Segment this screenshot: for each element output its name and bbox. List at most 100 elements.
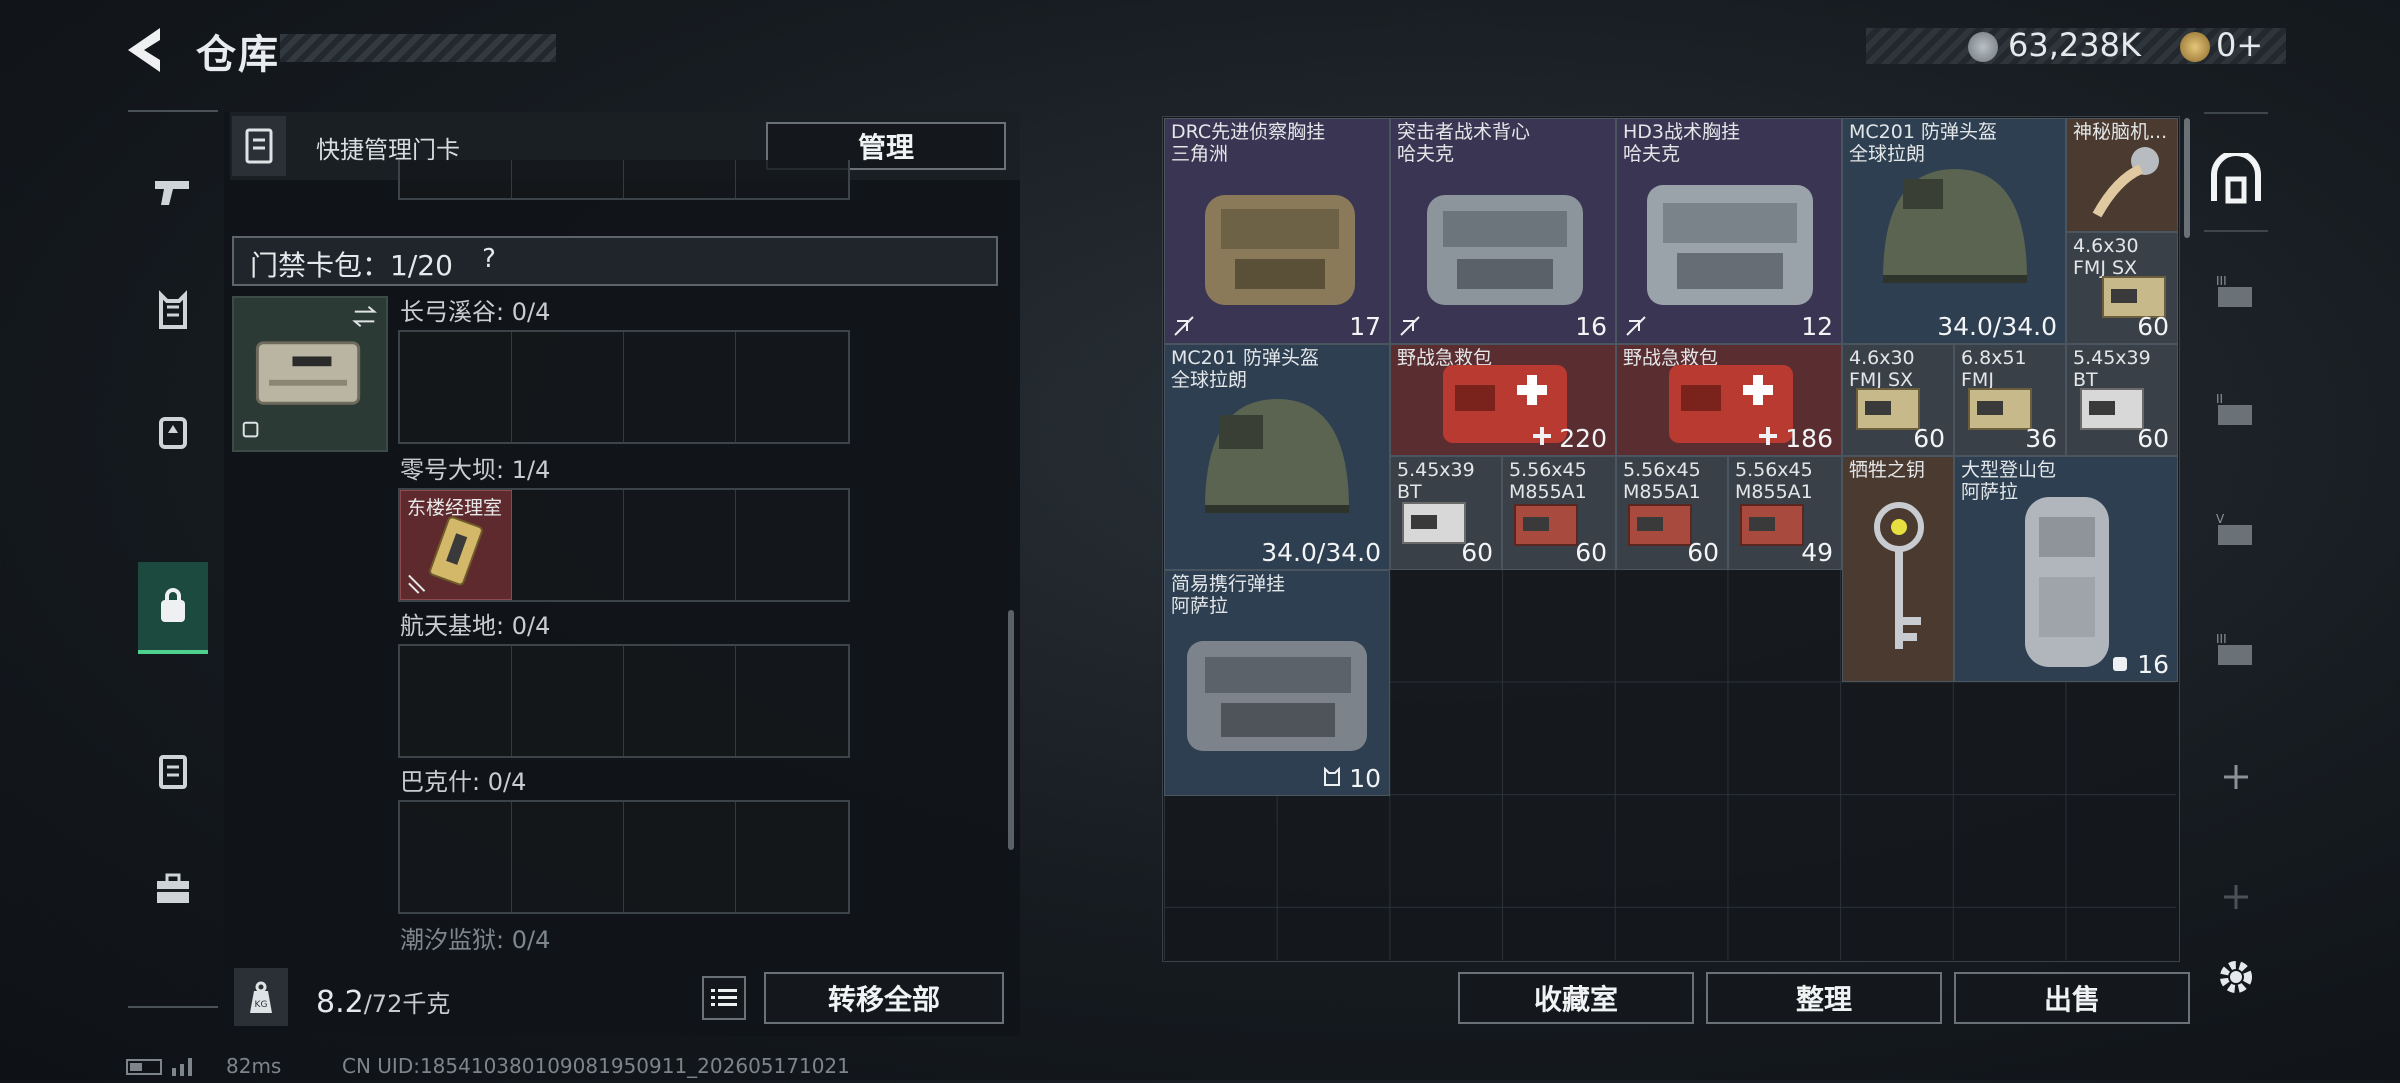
svg-text:KG: KG — [255, 1000, 268, 1010]
transfer-all-button[interactable]: 转移全部 — [764, 972, 1004, 1024]
add-storage-button-disabled[interactable] — [2204, 862, 2268, 932]
uid-readout: CN UID:18541038010908195091​1_2026051710… — [342, 1054, 850, 1078]
item-durability: 34.0/34.0 — [1937, 312, 2057, 341]
backpack-small-icon — [2113, 657, 2127, 671]
section-label-tidal-prison: 潮汐监狱: 0/4 — [400, 926, 551, 954]
currency-amount-gold[interactable]: 0+ — [2216, 26, 2263, 64]
lock-bag-icon — [161, 588, 185, 622]
item-quantity: 10 — [1349, 764, 1381, 793]
inventory-item[interactable]: DRC先进侦察胸挂 三角洲 17 — [1164, 118, 1390, 344]
item-quantity: 60 — [1461, 538, 1493, 567]
status-indicators — [126, 1054, 206, 1083]
add-storage-button[interactable] — [2204, 742, 2268, 812]
weight-icon: KG — [234, 968, 288, 1026]
inventory-item[interactable]: 5.56x45 M855A1 60 — [1616, 456, 1728, 570]
slot-grid-space-base[interactable] — [398, 644, 850, 758]
quick-card-icon — [232, 116, 286, 176]
no-trade-icon — [1400, 316, 1420, 336]
vest-image — [1187, 641, 1367, 751]
item-quantity: 16 — [1575, 312, 1607, 341]
help-icon[interactable]: ? — [472, 244, 506, 278]
inventory-item[interactable]: 6.8x51 FMJ 36 — [1954, 344, 2066, 456]
inventory-item[interactable]: HD3战术胸挂 哈夫克 12 — [1616, 118, 1842, 344]
section-label-space-base: 航天基地: 0/4 — [400, 612, 551, 640]
list-icon — [711, 989, 737, 1006]
item-quantity: 17 — [1349, 312, 1381, 341]
back-arrow-icon — [128, 28, 160, 72]
rail-toolbox-button[interactable] — [138, 842, 208, 932]
vest-image — [1647, 185, 1813, 305]
inventory-item[interactable]: 5.56x45 M855A1 49 — [1728, 456, 1842, 570]
inventory-item[interactable]: 突击者战术背心 哈夫克 16 — [1390, 118, 1616, 344]
item-quantity: 36 — [2025, 424, 2057, 453]
tab-storage-3b[interactable]: III — [2204, 618, 2268, 688]
rail-safe-box-button[interactable] — [138, 562, 208, 654]
keycard-item[interactable]: 东楼经理室 — [400, 490, 512, 600]
inventory-item[interactable]: MC201 防弹头盔 全球拉朗 34.0/34.0 — [1164, 344, 1390, 570]
key-image — [1874, 502, 1924, 649]
item-quantity: 12 — [1801, 312, 1833, 341]
inventory-item[interactable]: 神秘脑机... — [2066, 118, 2178, 232]
page-title: 仓库 — [196, 32, 280, 78]
inventory-item[interactable]: 4.6x30 FMJ SX 60 — [2066, 232, 2178, 344]
list-view-button[interactable] — [702, 976, 746, 1020]
collection-room-button[interactable]: 收藏室 — [1458, 972, 1694, 1024]
storage-tab-rail: III II V III — [2196, 112, 2276, 1012]
item-quantity: 60 — [1913, 424, 1945, 453]
inventory-item[interactable]: 5.45x39 BT 60 — [1390, 456, 1502, 570]
svg-text:V: V — [2216, 512, 2225, 526]
plus-icon — [1759, 427, 1777, 445]
sort-button[interactable]: 整理 — [1706, 972, 1942, 1024]
inventory-scrollbar[interactable] — [2184, 118, 2190, 238]
section-label-bakhsh: 巴克什: 0/4 — [400, 768, 527, 796]
inventory-item[interactable]: 5.56x45 M855A1 60 — [1502, 456, 1616, 570]
card-pack-thumbnail[interactable] — [232, 296, 388, 452]
tab-storage-2[interactable]: II — [2204, 378, 2268, 448]
plus-icon — [1533, 427, 1551, 445]
inventory-item[interactable]: 5.45x39 BT 60 — [2066, 344, 2178, 456]
left-category-rail — [128, 110, 218, 1010]
svg-text:III: III — [2216, 632, 2227, 646]
gold-coin-icon — [2180, 32, 2210, 62]
inventory-item[interactable]: 野战急救包 220 — [1390, 344, 1616, 456]
rail-backpack-button[interactable] — [138, 386, 208, 476]
settings-button[interactable] — [2204, 942, 2268, 1012]
card-holder-icon — [159, 755, 187, 789]
no-trade-icon — [1626, 316, 1646, 336]
gear-icon — [2220, 961, 2252, 993]
silver-coin-icon — [1968, 32, 1998, 62]
no-trade-icon — [1174, 316, 1194, 336]
rail-weapons-button[interactable] — [138, 146, 208, 236]
inventory-item[interactable]: MC201 防弹头盔 全球拉朗 34.0/34.0 — [1842, 118, 2066, 344]
backpack-icon — [159, 417, 187, 449]
rail-armor-button[interactable] — [138, 266, 208, 356]
inventory-item[interactable]: 简易携行弹挂 阿萨拉 10 — [1164, 570, 1390, 796]
battery-signal-icon — [126, 1058, 192, 1076]
vest-image — [1427, 195, 1583, 305]
slot-grid-changgong[interactable] — [398, 330, 850, 444]
pistol-icon — [155, 181, 189, 205]
rail-cardholder-button[interactable] — [138, 726, 208, 816]
svg-text:II: II — [2216, 392, 2223, 406]
back-button[interactable] — [120, 22, 176, 78]
weight-readout: 8.2/72千克 — [316, 984, 450, 1020]
keycard-image — [408, 516, 483, 594]
inventory-item[interactable]: 野战急救包 186 — [1616, 344, 1842, 456]
item-quantity: 60 — [2137, 424, 2169, 453]
inventory-item[interactable]: 牺牲之钥 — [1842, 456, 1954, 682]
toolbox-icon — [157, 873, 189, 903]
inventory-item[interactable]: 大型登山包 阿萨拉 16 — [1954, 456, 2178, 682]
left-scrollbar[interactable] — [1008, 610, 1014, 850]
warehouse-icon — [2211, 153, 2261, 204]
tab-main-storage[interactable] — [2204, 144, 2268, 214]
inventory-item[interactable]: 4.6x30 FMJ SX 60 — [1842, 344, 1954, 456]
item-quantity: 16 — [2137, 650, 2169, 679]
sell-button[interactable]: 出售 — [1954, 972, 2190, 1024]
item-quantity: 60 — [1687, 538, 1719, 567]
tab-storage-3a[interactable]: III — [2204, 260, 2268, 330]
vest-small-icon — [1324, 766, 1340, 786]
storage-extension-icon: III — [2216, 274, 2252, 307]
vest-image — [1205, 195, 1355, 305]
slot-grid-bakhsh[interactable] — [398, 800, 850, 914]
tab-storage-5[interactable]: V — [2204, 498, 2268, 568]
